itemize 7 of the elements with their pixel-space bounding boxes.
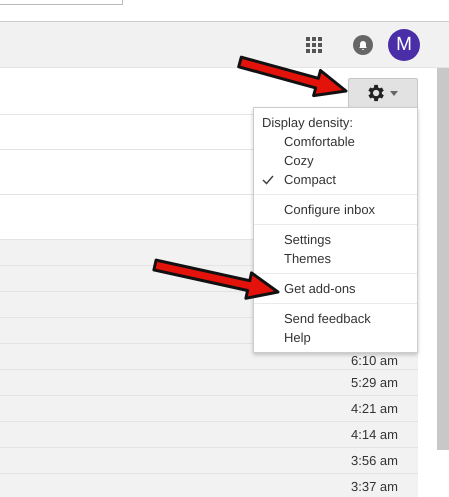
email-time: 3:56 am [351, 453, 398, 468]
email-time: 3:37 am [351, 479, 398, 494]
email-time: 4:21 am [351, 401, 398, 416]
email-time: 5:29 am [351, 375, 398, 390]
email-time: 6:10 am [351, 353, 398, 369]
email-time: 4:14 am [351, 427, 398, 442]
menu-heading: Display density: [261, 114, 354, 132]
